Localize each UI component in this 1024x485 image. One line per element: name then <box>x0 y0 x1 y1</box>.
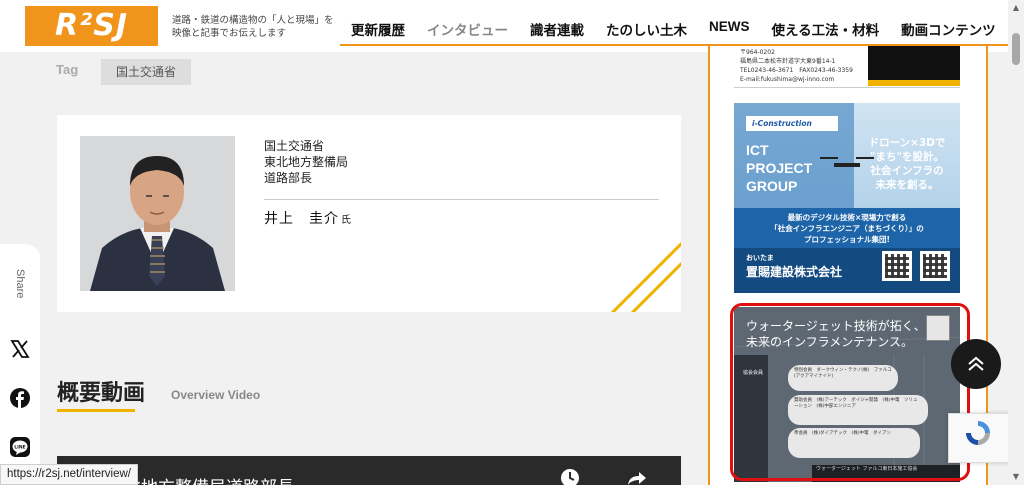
ict-line: GROUP <box>746 178 798 194</box>
svg-text:LINE: LINE <box>14 445 25 451</box>
video-player[interactable]: 東北地方整備局道路部長 <box>57 456 681 485</box>
tag-chip[interactable]: 国土交通省 <box>101 59 192 85</box>
scroll-down-arrow-icon[interactable]: ▼ <box>1011 472 1021 482</box>
highlight-box <box>730 303 970 481</box>
profile-honorific: 氏 <box>341 215 352 226</box>
ad2-description: 最新のデジタル技術×現場力で創る 「社会インフラエンジニア（まちづくり）」の プ… <box>734 212 960 245</box>
nav-item-news[interactable]: NEWS <box>698 10 761 46</box>
desc-line: 最新のデジタル技術×現場力で創る <box>787 213 907 222</box>
ad2-company: 置賜建設株式会社 <box>746 265 843 279</box>
clock-icon[interactable] <box>560 468 580 485</box>
slogan-line: "まち"を設計。 <box>870 151 944 163</box>
sidebar-ad-2[interactable]: i-Construction ICT PROJECT GROUP ドローン×3D… <box>734 103 960 293</box>
desc-line: 「社会インフラエンジニア（まちづくり）」の <box>770 224 924 233</box>
qr-code-icon <box>920 251 950 281</box>
share-label: Share <box>14 269 26 299</box>
tag-label: Tag <box>56 62 79 77</box>
nav-item-video-content[interactable]: 動画コンテンツ <box>890 10 1007 46</box>
double-chevron-up-icon <box>968 356 984 371</box>
site-logo[interactable]: R²SJ <box>25 6 158 46</box>
profile-affiliation: 国土交通省 東北地方整備局 道路部長 <box>264 138 348 186</box>
ad1-line: TEL0243-46-3671 FAX0243-46-3359 <box>740 67 853 74</box>
scroll-up-arrow-icon[interactable]: ▲ <box>1011 3 1021 13</box>
ad2-slogan: ドローン×3Dで "まち"を設計。 社会インフラの 未来を創る。 <box>862 136 952 192</box>
ict-group-text: ICT PROJECT GROUP <box>746 141 812 195</box>
nav-item-interview[interactable]: インタビュー <box>416 10 519 46</box>
ad1-line: 〒964-0202 <box>740 49 775 56</box>
qr-code-icon <box>882 251 912 281</box>
profile-photo <box>80 136 235 291</box>
profile-card: 国土交通省 東北地方整備局 道路部長 井上 圭介氏 <box>57 115 681 312</box>
share-rail: Share LINE <box>0 244 40 485</box>
overview-subtitle: Overview Video <box>171 388 261 402</box>
page-scrollbar[interactable]: ▲ ▼ <box>1008 0 1024 485</box>
profile-bureau: 東北地方整備局 <box>264 155 349 169</box>
ad1-line: 福島県二本松市針道字大東9番14-1 <box>740 58 836 65</box>
site-tagline: 道路・鉄道の構造物の「人と現場」を映像と記事でお伝えします <box>172 15 334 39</box>
slogan-line: ドローン×3Dで <box>868 137 946 149</box>
slogan-line: 未来を創る。 <box>875 179 939 191</box>
overview-underline <box>57 409 135 412</box>
status-url-bar: https://r2sj.net/interview/ <box>0 464 138 485</box>
sidebar-rule-left <box>708 46 710 485</box>
decorative-stripes <box>610 241 681 312</box>
share-arrow-icon[interactable] <box>627 470 647 485</box>
recaptcha-icon <box>966 421 990 445</box>
sidebar-ad-1[interactable]: 〒964-0202 福島県二本松市針道字大東9番14-1 TEL0243-46-… <box>734 46 960 88</box>
site-header: R²SJ 道路・鉄道の構造物の「人と現場」を映像と記事でお伝えします 更新履歴 … <box>0 0 1024 52</box>
overview-title: 概要動画 <box>57 381 146 406</box>
desc-line: プロフェッショナル集団! <box>804 235 890 244</box>
nav-item-update-history[interactable]: 更新履歴 <box>340 10 416 46</box>
profile-org: 国土交通省 <box>264 139 325 153</box>
main-nav: 更新履歴 インタビュー 識者連載 たのしい土木 NEWS 使える工法・材料 動画… <box>340 10 1007 46</box>
facebook-icon[interactable] <box>10 388 30 408</box>
x-icon[interactable] <box>10 339 30 359</box>
scroll-to-top-button[interactable] <box>951 339 1001 389</box>
profile-name-text: 井上 圭介 <box>264 211 339 227</box>
ad1-line: E-mail:fukushima@wj-inno.com <box>740 76 835 83</box>
nav-item-methods-materials[interactable]: 使える工法・材料 <box>761 10 891 46</box>
profile-divider <box>264 199 659 200</box>
i-construction-logo: i-Construction <box>746 116 838 131</box>
profile-name: 井上 圭介氏 <box>264 208 352 228</box>
nav-item-expert-series[interactable]: 識者連載 <box>519 10 595 46</box>
ad1-contact: 〒964-0202 福島県二本松市針道字大東9番14-1 TEL0243-46-… <box>740 48 853 84</box>
slogan-line: 社会インフラの <box>870 165 944 177</box>
ict-line: ICT <box>746 142 769 158</box>
ad2-location: おいたま <box>746 254 774 262</box>
ict-line: PROJECT <box>746 160 813 176</box>
scrollbar-thumb[interactable] <box>1012 33 1020 65</box>
line-icon[interactable]: LINE <box>10 437 30 457</box>
nav-item-fun-civil[interactable]: たのしい土木 <box>595 10 698 46</box>
profile-position: 道路部長 <box>264 171 313 185</box>
ad1-machine-image <box>868 46 960 86</box>
